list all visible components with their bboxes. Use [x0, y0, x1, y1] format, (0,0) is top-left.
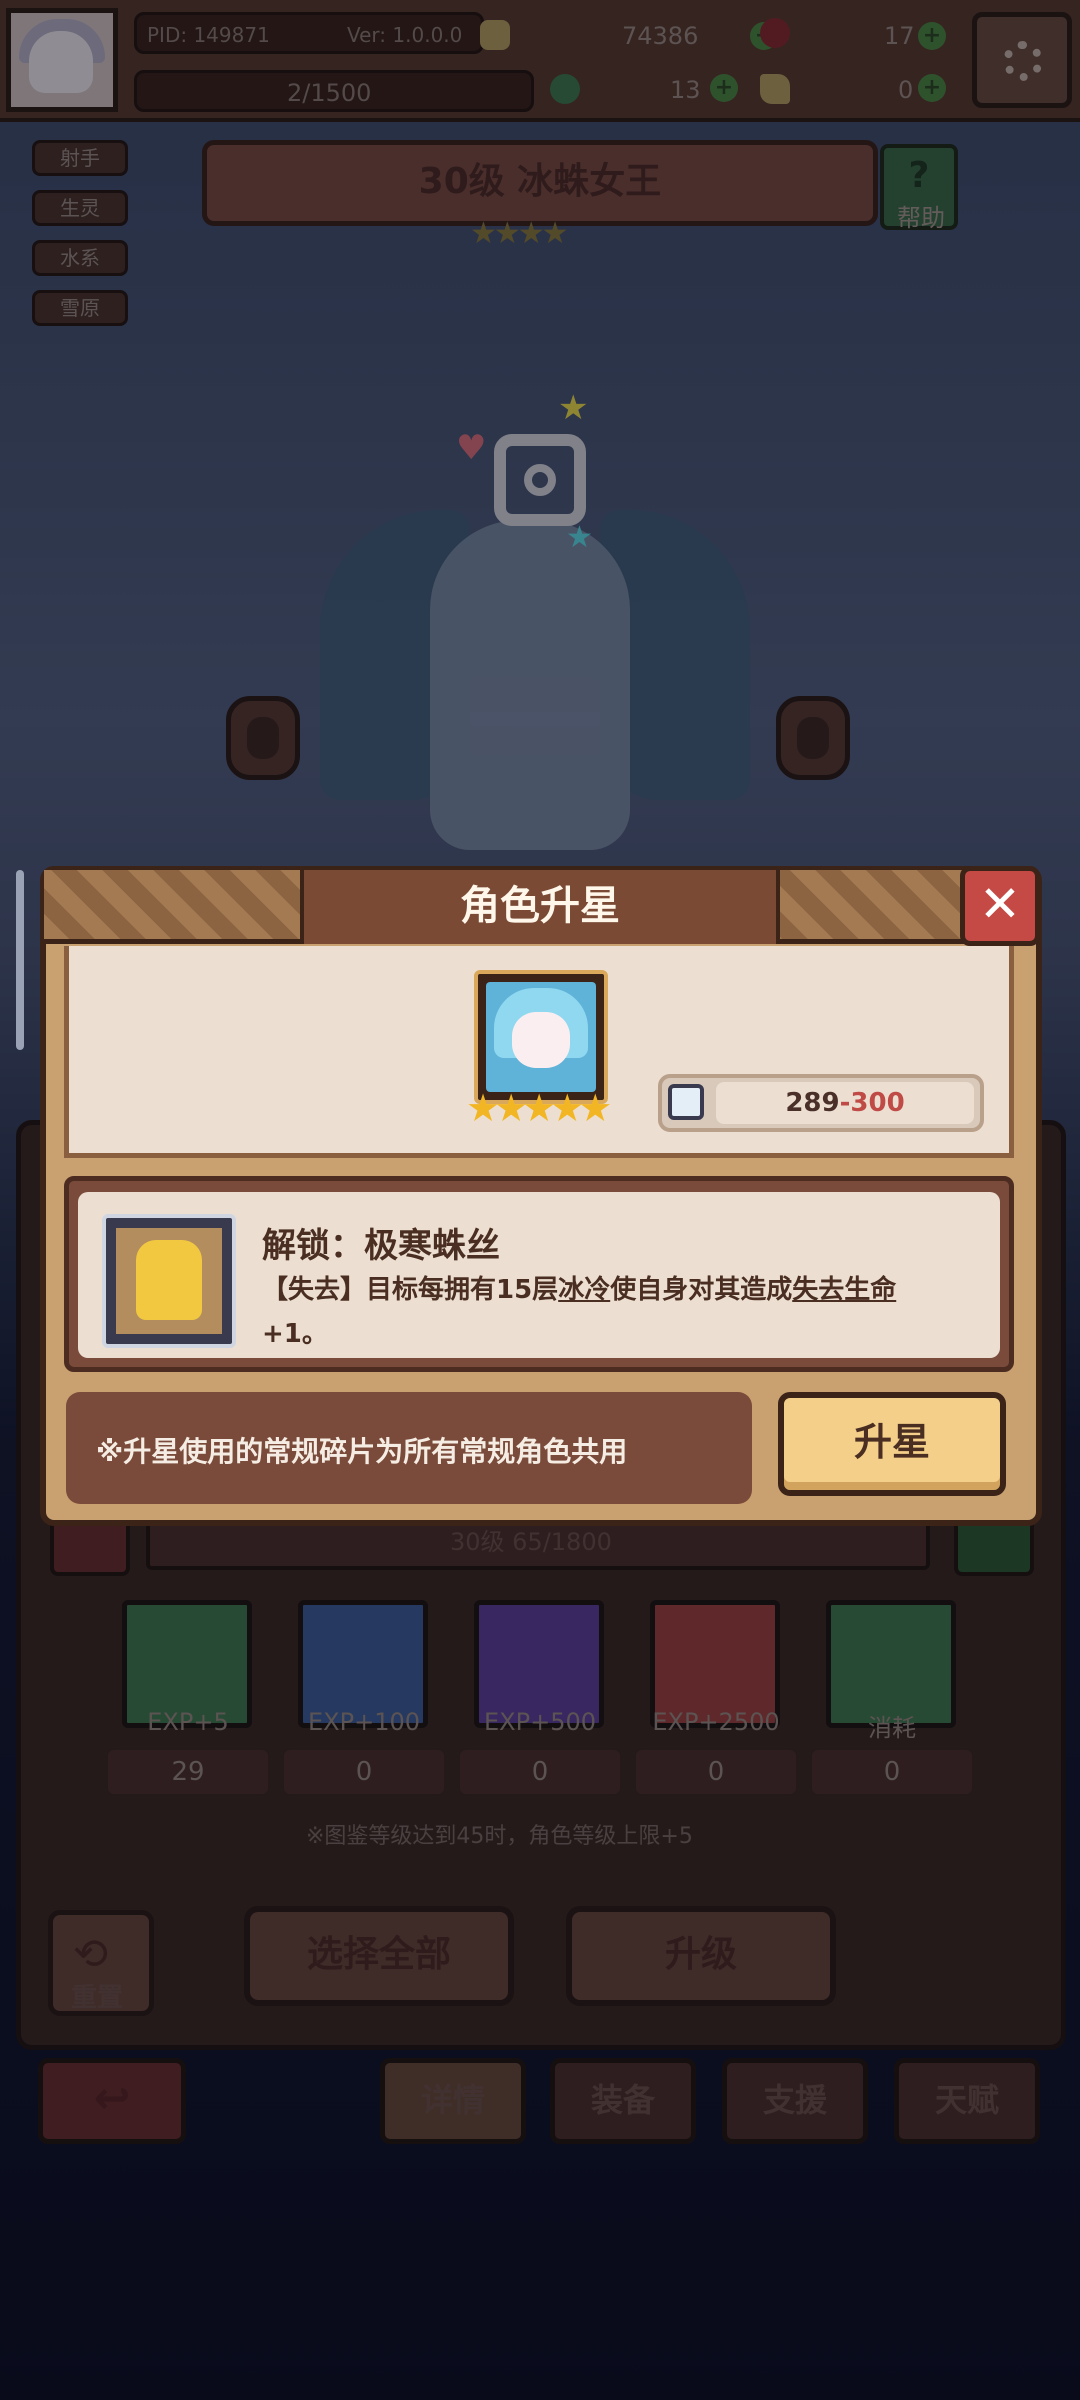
keyword-link[interactable]: 失去生命 — [792, 1275, 896, 1305]
star-up-button[interactable]: 升星 — [778, 1392, 1006, 1496]
shard-note: ※升星使用的常规碎片为所有常规角色共用 — [96, 1435, 628, 1468]
skill-description: 【失去】目标每拥有15层冰冷使自身对其造成失去生命 +1。 — [262, 1268, 992, 1356]
star-rating: ★★★★★ — [466, 1086, 612, 1130]
shards-separator: - — [839, 1088, 851, 1118]
shard-progress-text: 289-300 — [716, 1082, 974, 1124]
shard-icon — [668, 1084, 704, 1120]
skill-desc-text: +1。 — [262, 1319, 328, 1349]
close-icon: ✕ — [979, 875, 1021, 933]
close-button[interactable]: ✕ — [960, 866, 1040, 946]
skill-title: 解锁：极寒蛛丝 — [262, 1226, 500, 1266]
keyword-link[interactable]: 冰冷 — [558, 1275, 610, 1305]
skill-desc-text: 【失去】目标每拥有15层 — [262, 1275, 559, 1305]
shards-have: 289 — [785, 1088, 840, 1118]
shards-need: 300 — [850, 1088, 905, 1118]
hero-portrait — [474, 970, 608, 1104]
scrollbar[interactable] — [16, 870, 24, 1050]
skill-desc-text: 使自身对其造成 — [610, 1275, 793, 1305]
skill-icon — [102, 1214, 236, 1348]
dialog-title: 角色升星 — [300, 870, 780, 944]
